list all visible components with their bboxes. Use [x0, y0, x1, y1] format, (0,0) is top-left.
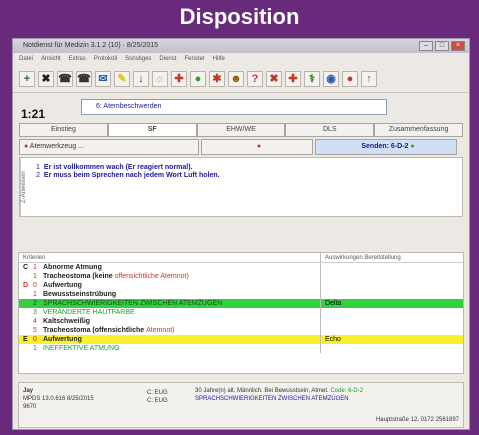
- status-panel: Jay MPDS 13.0.616 8/25/2015 9670 C: EUG …: [18, 382, 464, 428]
- menubar: Datei Ansicht Extras Protokoll Sonstiges…: [13, 53, 469, 65]
- send-button[interactable]: Senden: 6-D-2 ●: [315, 139, 457, 155]
- phone-icon[interactable]: ☎: [76, 70, 92, 87]
- delete-icon[interactable]: ✖: [38, 70, 54, 87]
- table-row[interactable]: D 0 Aufwertung: [19, 281, 463, 290]
- effects-header: Auswirkungen Bereitstellung: [325, 255, 401, 261]
- menu-item[interactable]: Sonstiges: [125, 53, 151, 65]
- star-icon[interactable]: ✱: [209, 70, 225, 87]
- send-label: Senden: 6-D-2: [361, 143, 409, 150]
- summary-info: 30 Jahre(n) alt, Männlich. Bei Bewusstse…: [195, 388, 364, 402]
- atemwerkzeug-button[interactable]: ● Atemwerkzeug ...: [19, 139, 199, 155]
- grid-header: Kriterien Auswirkungen Bereitstellung: [19, 253, 463, 263]
- menu-item[interactable]: Dienst: [159, 53, 176, 65]
- cross-icon[interactable]: ✚: [285, 70, 301, 87]
- table-row[interactable]: C 1 Abnorme Atmung: [19, 263, 463, 272]
- menu-item[interactable]: Ansicht: [41, 53, 61, 65]
- down-arrow-icon[interactable]: ↓: [133, 70, 149, 87]
- menu-item[interactable]: Protokoll: [94, 53, 117, 65]
- menu-item[interactable]: Fenster: [184, 53, 204, 65]
- banner: Disposition: [0, 0, 479, 40]
- maximize-button[interactable]: □: [435, 41, 449, 51]
- table-row-highlighted[interactable]: E 0 Aufwertung Echo: [19, 335, 463, 344]
- caller-info: Jay MPDS 13.0.616 8/25/2015 9670: [23, 388, 94, 410]
- banner-title: Disposition: [179, 4, 300, 29]
- minimize-button[interactable]: –: [419, 41, 433, 51]
- target-icon[interactable]: ◉: [323, 70, 339, 87]
- phone-icon[interactable]: ☎: [57, 70, 73, 87]
- action-row: ● Atemwerkzeug ... ● Senden: 6-D-2 ●: [19, 139, 463, 155]
- tab-zusammenfassung[interactable]: Zusammenfassung: [374, 123, 463, 137]
- elapsed-timer: 1:21: [21, 107, 46, 121]
- close-button[interactable]: ×: [451, 41, 465, 51]
- stop-icon: ●: [256, 143, 262, 150]
- menu-item[interactable]: Datei: [19, 53, 33, 65]
- question-item[interactable]: 2 Er muss beim Sprechen nach jedem Wort L…: [20, 172, 462, 180]
- add-icon[interactable]: +: [19, 70, 35, 87]
- tab-bar: Einstieg SF EHW/WE DLS Zusammenfassung: [19, 123, 463, 137]
- table-row-selected[interactable]: 2 SPRACHSCHWIERIGKEITEN ZWISCHEN ATEMZÜGE…: [19, 299, 463, 308]
- toolbar: + ✖ ☎ ☎ ✉ ✎ ↓ ☼ ✚ ● ✱ ☻ ? ✖ ✚ ⚕ ◉ ● ↑: [13, 65, 469, 93]
- header-row: 1:21 6: Atembeschwerden: [13, 93, 469, 123]
- caduceus-icon[interactable]: ⚕: [304, 70, 320, 87]
- menu-item[interactable]: Hilfe: [213, 53, 225, 65]
- help-icon[interactable]: ?: [247, 70, 263, 87]
- check-icon: ●: [408, 143, 415, 150]
- face-icon[interactable]: ☻: [228, 70, 244, 87]
- tab-einstieg[interactable]: Einstieg: [19, 123, 108, 137]
- side-tab[interactable]: Z-Anweisen: [20, 158, 30, 216]
- window-title: Notdienst für Medizin 3.1.2 (10) · 8/25/…: [23, 42, 159, 49]
- table-row[interactable]: 4 Kaltschweißig: [19, 317, 463, 326]
- stop-button[interactable]: ●: [201, 139, 313, 155]
- criteria-header: Kriterien: [19, 253, 321, 262]
- green-dot-icon[interactable]: ●: [190, 70, 206, 87]
- eug-status: C: EUG C: EUG: [147, 390, 168, 404]
- tab-ehw-we[interactable]: EHW/WE: [196, 123, 286, 137]
- red-dot-icon[interactable]: ●: [342, 70, 358, 87]
- criteria-grid: Kriterien Auswirkungen Bereitstellung C1…: [18, 252, 464, 374]
- sun-icon[interactable]: ☼: [152, 70, 168, 87]
- note-icon[interactable]: ✎: [114, 70, 130, 87]
- table-row[interactable]: 5 Tracheostoma (offensichtliche Atemnot): [19, 326, 463, 335]
- mail-icon[interactable]: ✉: [95, 70, 111, 87]
- table-row[interactable]: 1 INEFFEKTIVE ATMUNG: [19, 344, 463, 353]
- address: Hauptstraße 12, 0172 2561897: [375, 417, 459, 423]
- up-arrow-icon[interactable]: ↑: [361, 70, 377, 87]
- cancel-icon[interactable]: ✖: [266, 70, 282, 87]
- questions-panel: Z-Anweisen 1 Er ist vollkommen wach (Er r…: [19, 157, 463, 217]
- table-row[interactable]: 3 VERÄNDERTE HAUTFARBE: [19, 308, 463, 317]
- medical-icon[interactable]: ✚: [171, 70, 187, 87]
- table-row[interactable]: 1 Bewusstseinstrübung: [19, 290, 463, 299]
- window-titlebar: Notdienst für Medizin 3.1.2 (10) · 8/25/…: [13, 39, 469, 53]
- table-row[interactable]: 1 Tracheostoma (keine offensichtliche Ate…: [19, 272, 463, 281]
- menu-item[interactable]: Extras: [69, 53, 86, 65]
- tab-dls[interactable]: DLS: [285, 123, 375, 137]
- chief-complaint-field[interactable]: 6: Atembeschwerden: [81, 99, 387, 115]
- tab-sf[interactable]: SF: [107, 123, 197, 137]
- question-item[interactable]: 1 Er ist vollkommen wach (Er reagiert nor…: [20, 164, 462, 172]
- atemwerkzeug-label: Atemwerkzeug ...: [29, 143, 84, 150]
